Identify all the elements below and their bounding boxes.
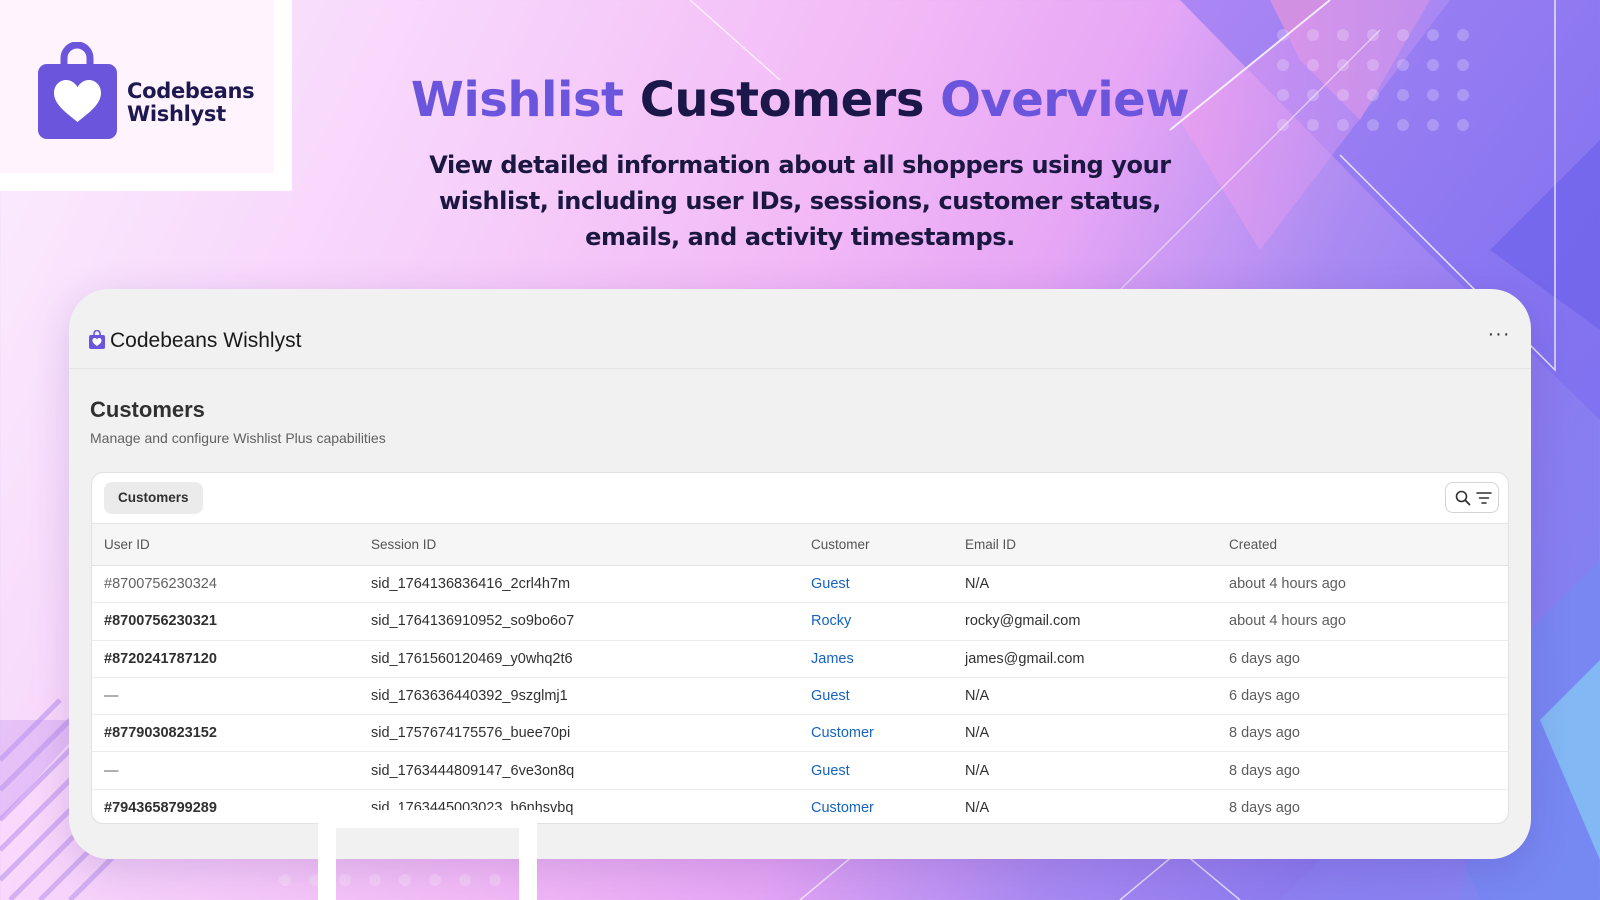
customers-table-card: Customers User ID Session ID Customer Em… [91, 472, 1509, 824]
cell-customer-link[interactable]: Customer [811, 714, 965, 753]
filter-icon [1476, 492, 1492, 504]
table-row[interactable]: #7943658799289 sid_1763445003023_b6nhsvbq… [92, 789, 1508, 823]
cell-session-id: sid_1761560120469_y0whq2t6 [371, 640, 811, 678]
cell-user-id: #8720241787120 [92, 640, 371, 678]
cell-created: 8 days ago [1229, 751, 1508, 790]
app-header: Codebeans Wishlyst ··· [69, 289, 1531, 369]
cell-email: rocky@gmail.com [965, 602, 1229, 641]
table-row[interactable]: — sid_1763444809147_6ve3on8q Guest N/A 8 day… [92, 751, 1508, 790]
cell-created: 6 days ago [1229, 677, 1508, 716]
customers-table: User ID Session ID Customer Email ID Cre… [92, 523, 1508, 823]
table-row[interactable]: #8700756230324 sid_1764136836416_2crl4h7m… [92, 565, 1508, 604]
tab-customers[interactable]: Customers [104, 482, 203, 514]
tab-bar: Customers [92, 473, 1508, 523]
cell-email: james@gmail.com [965, 640, 1229, 678]
table-row[interactable]: #8720241787120 sid_1761560120469_y0whq2t6… [92, 640, 1508, 678]
cell-email: N/A [965, 677, 1229, 716]
cell-email: N/A [965, 565, 1229, 604]
cell-customer-link[interactable]: Guest [811, 751, 965, 790]
hero-subtitle: View detailed information about all shop… [429, 151, 1171, 251]
more-horizontal-icon[interactable]: ··· [1485, 324, 1513, 347]
cell-session-id: sid_1764136910952_so9bo6o7 [371, 602, 811, 641]
cell-user-id: #8779030823152 [92, 714, 371, 753]
cell-created: about 4 hours ago [1229, 565, 1508, 604]
cell-created: 6 days ago [1229, 640, 1508, 678]
decorative-frame [318, 810, 537, 900]
cell-created: 8 days ago [1229, 714, 1508, 753]
hero-title: Wishlist Customers Overview [0, 72, 1600, 128]
column-header-user-id[interactable]: User ID [92, 523, 371, 566]
cell-session-id: sid_1763444809147_6ve3on8q [371, 751, 811, 790]
column-header-customer[interactable]: Customer [811, 523, 965, 566]
hero-title-part-2: Customers [639, 72, 925, 128]
cell-customer-link[interactable]: Guest [811, 677, 965, 716]
cell-session-id: sid_1764136836416_2crl4h7m [371, 565, 811, 604]
column-header-session-id[interactable]: Session ID [371, 523, 811, 566]
table-row[interactable]: — sid_1763636440392_9szglmj1 Guest N/A 6 day… [92, 677, 1508, 716]
cell-session-id: sid_1757674175576_buee70pi [371, 714, 811, 753]
search-icon [1455, 490, 1471, 506]
cell-created: 8 days ago [1229, 789, 1508, 823]
page-title: Customers [90, 397, 205, 422]
cell-session-id: sid_1763636440392_9szglmj1 [371, 677, 811, 716]
cell-user-id: #8700756230324 [92, 565, 371, 604]
search-filter-button[interactable] [1445, 482, 1499, 513]
cell-email: N/A [965, 751, 1229, 790]
table-row[interactable]: #8700756230321 sid_1764136910952_so9bo6o7… [92, 602, 1508, 641]
cell-customer-link[interactable]: Guest [811, 565, 965, 604]
cell-customer-link[interactable]: Rocky [811, 602, 965, 641]
page-subtitle: Manage and configure Wishlist Plus capab… [90, 430, 386, 446]
cell-customer-link[interactable]: Customer [811, 789, 965, 823]
hero-title-part-1: Wishlist [410, 72, 624, 128]
column-header-email-id[interactable]: Email ID [965, 523, 1229, 566]
cell-email: N/A [965, 714, 1229, 753]
cell-user-id: — [92, 677, 371, 716]
cell-customer-link[interactable]: James [811, 640, 965, 678]
column-header-created[interactable]: Created [1229, 523, 1508, 566]
app-window: Codebeans Wishlyst ··· Customers Manage … [69, 289, 1531, 859]
table-header-row: User ID Session ID Customer Email ID Cre… [92, 523, 1508, 566]
table-row[interactable]: #8779030823152 sid_1757674175576_buee70pi… [92, 714, 1508, 753]
cell-user-id: — [92, 751, 371, 790]
cell-user-id: #8700756230321 [92, 602, 371, 641]
app-bag-heart-icon [89, 330, 105, 349]
app-name: Codebeans Wishlyst [110, 329, 302, 352]
cell-created: about 4 hours ago [1229, 602, 1508, 641]
hero-title-part-3: Overview [940, 72, 1190, 128]
cell-email: N/A [965, 789, 1229, 823]
